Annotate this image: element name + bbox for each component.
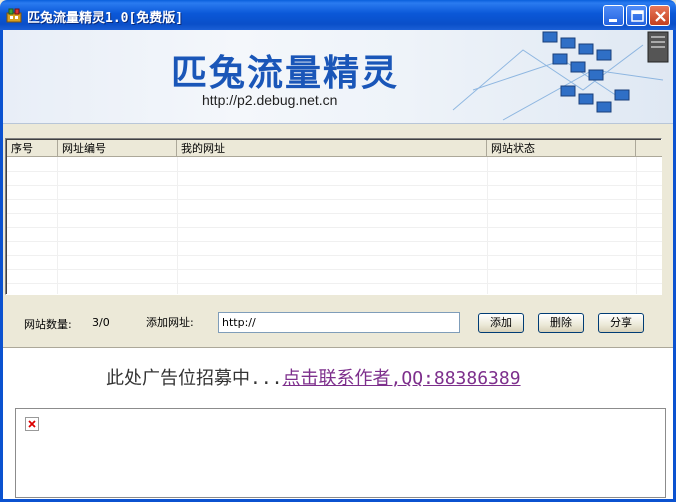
- contact-author-link[interactable]: 点击联系作者,QQ:88386389: [283, 368, 521, 389]
- site-list-table[interactable]: 序号 网址编号 我的网址 网站状态: [5, 138, 662, 295]
- minimize-button[interactable]: [603, 5, 624, 26]
- network-computers-illustration: [452, 31, 669, 121]
- broken-image-icon: [25, 417, 39, 431]
- window-title: 匹兔流量精灵1.0[免费版]: [27, 11, 184, 26]
- column-header-my-url[interactable]: 我的网址: [177, 140, 487, 157]
- title-bar[interactable]: 匹兔流量精灵1.0[免费版]: [0, 0, 676, 30]
- site-count-label: 网站数量:: [24, 318, 72, 331]
- site-count-value: 3/0: [92, 316, 110, 329]
- ad-text: 此处广告位招募中...: [106, 368, 283, 389]
- maximize-icon: [631, 10, 644, 22]
- maximize-button[interactable]: [626, 5, 647, 26]
- banner: 匹兔流量精灵 http://p2.debug.net.cn: [3, 30, 673, 124]
- banner-url: http://p2.debug.net.cn: [202, 92, 338, 108]
- table-body[interactable]: [7, 157, 662, 294]
- app-icon: [6, 8, 22, 23]
- column-header-site-status[interactable]: 网站状态: [487, 140, 636, 157]
- table-header: 序号 网址编号 我的网址 网站状态: [7, 140, 662, 157]
- banner-title: 匹兔流量精灵: [171, 53, 400, 94]
- ad-banner-text: 此处广告位招募中...点击联系作者,QQ:88386389: [106, 364, 521, 390]
- url-input[interactable]: [218, 312, 460, 333]
- add-button[interactable]: 添加: [478, 313, 524, 333]
- close-icon: [655, 11, 666, 22]
- delete-button[interactable]: 删除: [538, 313, 584, 333]
- minimize-icon: [609, 19, 617, 22]
- column-header-index[interactable]: 序号: [7, 140, 58, 157]
- add-url-label: 添加网址:: [146, 316, 194, 329]
- ad-frame: [15, 408, 666, 498]
- share-button[interactable]: 分享: [598, 313, 644, 333]
- column-header-url-id[interactable]: 网址编号: [58, 140, 177, 157]
- control-bar: 网站数量: 3/0 添加网址: 添加 删除 分享: [3, 298, 673, 344]
- ad-area: 此处广告位招募中...点击联系作者,QQ:88386389: [3, 347, 673, 499]
- close-button[interactable]: [649, 5, 670, 26]
- column-header-filler: [636, 140, 662, 157]
